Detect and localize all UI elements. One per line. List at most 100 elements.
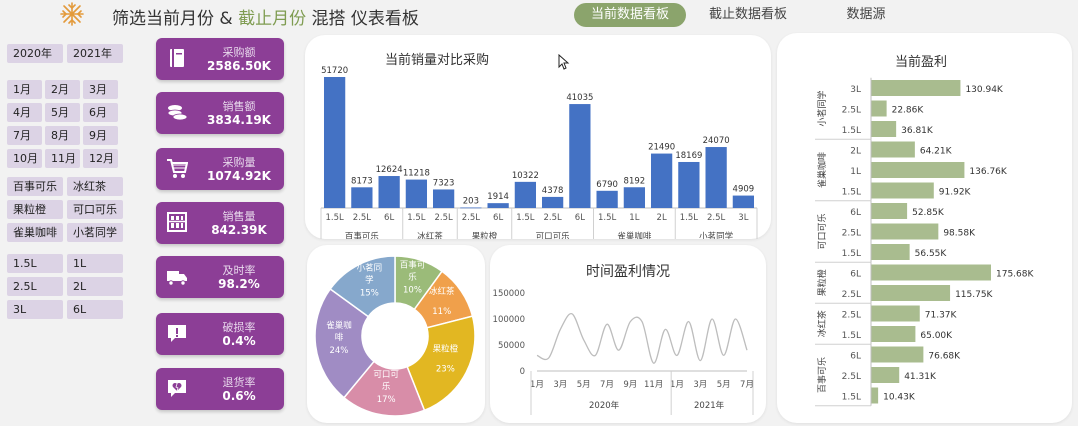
y-tick-label: 50000 xyxy=(498,341,525,351)
slicer-month-5[interactable]: 5月 xyxy=(45,103,80,122)
x-tick-label: 2.5L xyxy=(707,213,726,223)
bar xyxy=(871,100,887,117)
y-tick-label: 3L xyxy=(850,85,861,95)
slicer-size-3[interactable]: 2L xyxy=(67,277,123,296)
kpi-card-sales-volume[interactable]: 销售量 842.39K xyxy=(156,202,284,244)
slicer-month-8[interactable]: 8月 xyxy=(45,126,80,145)
x-tick-label: 3月 xyxy=(553,380,567,390)
bar xyxy=(678,161,700,208)
slicer-brand-3[interactable]: 可口可乐 xyxy=(67,200,123,219)
y-tick-label: 6L xyxy=(850,352,861,362)
bar-data-label: 130.94K xyxy=(965,85,1003,95)
bar-data-label: 56.55K xyxy=(915,249,948,259)
bar-data-label: 51720 xyxy=(321,66,348,76)
bar xyxy=(871,223,939,240)
kpi-card-purchase-amount[interactable]: 采购额 2586.50K xyxy=(156,38,284,80)
slicer-month-12[interactable]: 12月 xyxy=(83,149,118,168)
pie-slice-percent: 24% xyxy=(329,346,348,356)
broken-heart-icon xyxy=(168,380,186,397)
profit-over-time-chart: 0 50000 100000 150000 1月 3月 5月 7月 9月 11月 1月 3月 5月 7月 2… xyxy=(493,289,754,415)
bar xyxy=(378,176,400,208)
slicer-month-2[interactable]: 2月 xyxy=(45,80,80,99)
kpi-card-return-rate[interactable]: 退货率 0.6% xyxy=(156,368,284,410)
year-label: 2021年 xyxy=(694,400,725,411)
x-tick-label: 11月 xyxy=(644,380,663,390)
slicer-brand-0[interactable]: 百事可乐 xyxy=(7,177,63,196)
group-label: 果粒橙 xyxy=(816,269,828,296)
bar-data-label: 7323 xyxy=(433,178,455,188)
slicer-brand-2[interactable]: 果粒橙 xyxy=(7,200,63,219)
kpi-card-sales-amount[interactable]: 销售额 3834.19K xyxy=(156,92,284,134)
page-title: 筛选当前月份 & 截止月份 混搭 仪表看板 xyxy=(112,9,419,29)
slicer-month-7[interactable]: 7月 xyxy=(7,126,42,145)
kpi-value: 1074.92K xyxy=(207,169,271,183)
y-tick-label: 0 xyxy=(520,367,525,377)
group-label: 小茗同学 xyxy=(816,90,828,126)
slicer-month-3[interactable]: 3月 xyxy=(83,80,118,99)
kpi-card-damage-rate[interactable]: 破损率 0.4% xyxy=(156,313,284,355)
slicer-size-2[interactable]: 2.5L xyxy=(7,277,63,296)
y-tick-label: 1.5L xyxy=(842,126,861,136)
bar-data-label: 175.68K xyxy=(996,270,1034,280)
slicer-size-4[interactable]: 3L xyxy=(7,300,63,319)
mouse-cursor-icon xyxy=(558,54,570,70)
slicer-month-4[interactable]: 4月 xyxy=(7,103,42,122)
slicer-month-11[interactable]: 11月 xyxy=(45,149,80,168)
bar xyxy=(650,153,673,208)
slicer-size-1[interactable]: 1L xyxy=(67,254,123,273)
y-tick-label: 2.5L xyxy=(842,229,861,239)
truck-icon xyxy=(167,271,187,286)
group-label: 冰红茶 xyxy=(417,231,443,239)
slicer-brand-1[interactable]: 冰红茶 xyxy=(67,177,123,196)
y-tick-label: 6L xyxy=(850,270,861,280)
y-tick-label: 2.5L xyxy=(842,106,861,116)
bar-data-label: 22.86K xyxy=(892,106,925,116)
slicer-month-10[interactable]: 10月 xyxy=(7,149,42,168)
kpi-label: 退货率 xyxy=(222,376,256,389)
slicer-brand-4[interactable]: 雀巢咖啡 xyxy=(7,223,63,242)
share-pie-chart: 百事可乐10% 冰红茶11%果粒橙23%可口可乐17%雀巢咖啡24%小茗同学15% xyxy=(314,255,476,417)
bar xyxy=(351,187,373,208)
sales-vs-purchase-chart: 51720 1.5L 8173 2.5L 12624 6L 百事可乐 11218 1.5L 732… xyxy=(320,66,758,239)
slicer-month-1[interactable]: 1月 xyxy=(7,80,42,99)
bar-data-label: 136.76K xyxy=(969,167,1007,177)
bar-data-label: 6790 xyxy=(596,180,618,190)
kpi-card-on-time-rate[interactable]: 及时率 98.2% xyxy=(156,256,284,298)
bar-data-label: 4378 xyxy=(542,186,564,196)
group-label: 百事可乐 xyxy=(816,357,828,393)
bar xyxy=(514,181,537,208)
y-tick-label: 1.5L xyxy=(842,393,861,403)
x-tick-label: 1月 xyxy=(670,380,684,390)
bar-data-label: 10.43K xyxy=(883,393,916,403)
tab-data-source[interactable]: 数据源 xyxy=(818,3,914,27)
slicer-year-1[interactable]: 2021年 xyxy=(67,44,123,63)
kpi-value: 0.6% xyxy=(222,389,256,403)
x-tick-label: 6L xyxy=(384,213,394,223)
slicer-month-9[interactable]: 9月 xyxy=(83,126,118,145)
bar-data-label: 11218 xyxy=(403,169,430,179)
bar xyxy=(623,187,646,208)
bar-data-label: 203 xyxy=(463,196,479,206)
kpi-label: 破损率 xyxy=(222,321,256,334)
slicer-brand-5[interactable]: 小茗同学 xyxy=(67,223,123,242)
x-tick-label: 6L xyxy=(575,213,585,223)
y-tick-label: 2L xyxy=(850,147,861,157)
kpi-label: 采购额 xyxy=(222,46,256,59)
slicer-size-0[interactable]: 1.5L xyxy=(7,254,63,273)
tab-current-dashboard[interactable]: 当前数据看板 xyxy=(574,3,686,27)
bar xyxy=(871,162,965,178)
kpi-card-purchase-volume[interactable]: 采购量 1074.92K xyxy=(156,148,284,190)
x-tick-label: 1.5L xyxy=(516,213,535,223)
tab-cumulative-dashboard[interactable]: 截止数据看板 xyxy=(694,3,802,27)
slicer-size-5[interactable]: 6L xyxy=(67,300,123,319)
x-tick-label: 2L xyxy=(657,213,667,223)
group-label: 可口可乐 xyxy=(816,213,828,249)
bar-data-label: 64.21K xyxy=(920,147,953,157)
pie-slice-name: 果粒橙 xyxy=(433,344,459,355)
bar xyxy=(871,326,916,342)
x-tick-label: 1.5L xyxy=(598,213,617,223)
y-tick-label: 150000 xyxy=(493,289,525,299)
kpi-label: 及时率 xyxy=(222,264,256,277)
slicer-month-6[interactable]: 6月 xyxy=(83,103,118,122)
slicer-year-0[interactable]: 2020年 xyxy=(7,44,63,63)
